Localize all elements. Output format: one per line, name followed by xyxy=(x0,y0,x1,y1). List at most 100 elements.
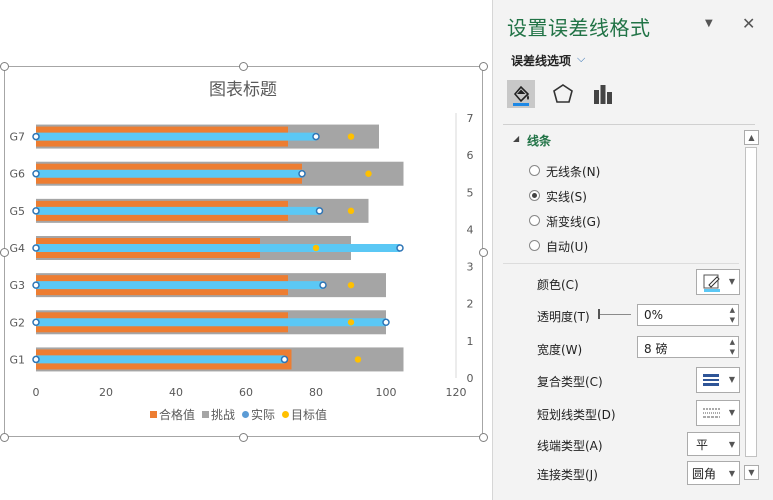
radio-automatic-button[interactable] xyxy=(529,240,540,251)
x-tick-label: 0 xyxy=(33,386,40,399)
actual-point xyxy=(315,207,324,215)
secondary-tick-label: 7 xyxy=(467,112,474,125)
target-point xyxy=(312,244,320,252)
actual-point xyxy=(382,318,390,327)
actual-point xyxy=(298,169,306,178)
pen-color-icon xyxy=(703,274,720,292)
spin-down-icon[interactable]: ▼ xyxy=(730,316,735,324)
category-label: G6 xyxy=(9,168,25,181)
actual-point xyxy=(312,132,320,141)
dash-lines-icon xyxy=(703,408,720,418)
radio-no-line-label: 无线条(N) xyxy=(546,165,601,179)
compound-type-label: 复合类型(C) xyxy=(537,375,603,389)
transparency-input[interactable]: 0% ▲ ▼ xyxy=(637,304,739,326)
actual-point xyxy=(396,244,404,252)
width-label: 宽度(W) xyxy=(537,343,583,357)
join-type-select[interactable]: 圆角 ▼ xyxy=(687,461,740,485)
target-point xyxy=(347,207,355,215)
actual-point xyxy=(280,355,289,364)
radio-no-line-button[interactable] xyxy=(529,165,540,176)
secondary-tick-label: 1 xyxy=(467,335,474,348)
join-type-value: 圆角 xyxy=(692,467,717,481)
legend-marker xyxy=(202,411,209,418)
x-tick-label: 80 xyxy=(309,386,323,399)
pane-options-dropdown-icon[interactable]: ▼ xyxy=(705,18,713,29)
actual-start-point xyxy=(32,132,40,141)
spin-down-icon[interactable]: ▼ xyxy=(730,348,735,356)
spin-up-icon[interactable]: ▲ xyxy=(730,338,735,346)
legend-label: 目标值 xyxy=(291,407,327,422)
legend-label: 合格值 xyxy=(159,407,195,422)
series-options-icon[interactable] xyxy=(589,80,617,108)
pane-title: 设置误差线格式 xyxy=(507,16,651,40)
error-bar-options-tab[interactable]: 误差线选项 xyxy=(511,52,571,69)
secondary-tick-label: 4 xyxy=(467,223,474,236)
chevron-down-icon: ▼ xyxy=(728,277,735,286)
actual-start-point xyxy=(32,281,40,289)
cap-type-value: 平 xyxy=(696,438,709,452)
compound-type-button[interactable]: ▼ xyxy=(696,367,740,393)
radio-gradient-line-label: 渐变线(G) xyxy=(546,215,601,229)
scroll-up-icon[interactable]: ▲ xyxy=(744,130,759,145)
line-section-heading[interactable]: 线条 xyxy=(527,132,551,149)
radio-solid-line-button[interactable] xyxy=(529,190,540,201)
scroll-down-icon[interactable]: ▼ xyxy=(744,465,759,480)
secondary-tick-label: 0 xyxy=(467,372,474,385)
pane-scrollbar[interactable]: ▲ ▼ xyxy=(744,130,759,480)
legend-marker xyxy=(242,411,249,418)
outline-color-button[interactable]: ▼ xyxy=(696,269,740,295)
secondary-tick-label: 3 xyxy=(467,261,474,274)
pane-divider xyxy=(503,263,739,264)
chart-area[interactable]: 图表标题 G1 G2 G3 G4 G5 G6 G7 0 20 40 60 80 100 120 0 1 2 3 4 5 6… xyxy=(0,0,492,500)
category-label: G3 xyxy=(9,279,25,292)
category-label: G2 xyxy=(9,316,25,329)
x-tick-label: 60 xyxy=(239,386,253,399)
chevron-down-icon: ▼ xyxy=(728,375,735,384)
join-type-label: 连接类型(J) xyxy=(537,468,598,482)
chevron-down-icon: ▼ xyxy=(728,408,735,417)
legend-label: 挑战 xyxy=(211,408,235,422)
actual-start-point xyxy=(32,355,40,364)
target-point xyxy=(347,319,355,326)
compound-lines-icon xyxy=(703,374,719,386)
color-label: 颜色(C) xyxy=(537,278,579,292)
x-tick-label: 100 xyxy=(376,386,397,399)
radio-solid-line-label: 实线(S) xyxy=(546,190,587,204)
actual-start-point xyxy=(32,244,40,252)
target-point xyxy=(365,170,372,177)
chart-title: 图表标题 xyxy=(209,80,277,100)
close-icon[interactable]: ✕ xyxy=(742,14,755,33)
x-tick-label: 120 xyxy=(446,386,467,399)
actual-point xyxy=(319,281,327,289)
x-tick-label: 40 xyxy=(169,386,183,399)
transparency-value: 0% xyxy=(644,308,664,322)
actual-start-point xyxy=(32,207,40,215)
actual-start-point xyxy=(32,169,40,178)
secondary-tick-label: 5 xyxy=(467,186,474,199)
spin-up-icon[interactable]: ▲ xyxy=(730,306,735,314)
cap-type-select[interactable]: 平 ▼ xyxy=(687,432,740,456)
width-input[interactable]: 8 磅 ▲ ▼ xyxy=(637,336,739,358)
scroll-thumb[interactable] xyxy=(745,147,757,457)
category-label: G7 xyxy=(9,131,25,144)
chevron-down-icon[interactable]: ⌵ xyxy=(577,52,585,66)
effects-icon[interactable] xyxy=(549,80,577,108)
transparency-slider-thumb[interactable] xyxy=(598,309,600,319)
target-point xyxy=(347,133,355,140)
pane-separator xyxy=(503,124,755,125)
category-label: G1 xyxy=(9,353,25,366)
collapse-triangle-icon[interactable]: ◢ xyxy=(513,134,519,143)
legend-marker xyxy=(282,411,289,418)
radio-automatic-label: 自动(U) xyxy=(546,240,589,254)
target-point xyxy=(347,281,355,289)
actual-start-point xyxy=(32,318,40,327)
chevron-down-icon: ▼ xyxy=(728,440,735,449)
transparency-slider[interactable] xyxy=(599,314,631,315)
secondary-tick-label: 6 xyxy=(467,149,474,162)
dash-type-label: 短划线类型(D) xyxy=(537,408,616,422)
cap-type-label: 线端类型(A) xyxy=(537,439,603,453)
legend-label: 实际 xyxy=(251,407,275,422)
dash-type-button[interactable]: ▼ xyxy=(696,400,740,426)
radio-gradient-line-button[interactable] xyxy=(529,215,540,226)
fill-line-icon[interactable] xyxy=(507,80,535,108)
